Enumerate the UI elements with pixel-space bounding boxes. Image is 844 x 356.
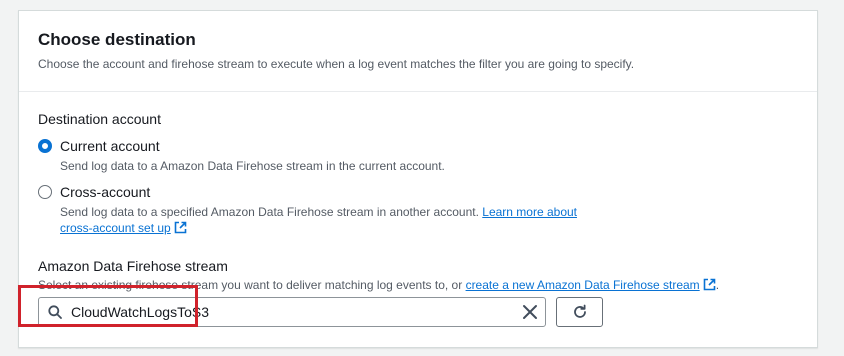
cross-account-description-text: Send log data to a specified Amazon Data… — [60, 205, 479, 219]
panel-header: Choose destination Choose the account an… — [19, 11, 817, 92]
firehose-stream-label: Amazon Data Firehose stream — [38, 258, 228, 274]
search-icon — [48, 305, 62, 319]
radio-cross-account-description: Send log data to a specified Amazon Data… — [60, 204, 577, 238]
external-link-icon[interactable] — [703, 278, 716, 294]
panel-title: Choose destination — [38, 30, 196, 49]
external-link-icon[interactable] — [174, 221, 187, 238]
radio-cross-account-label: Cross-account — [60, 184, 151, 200]
choose-destination-panel: Choose destination Choose the account an… — [18, 10, 818, 348]
radio-cross-account-input[interactable] — [38, 185, 52, 199]
refresh-button[interactable] — [556, 297, 603, 327]
radio-current-account-input[interactable] — [38, 139, 52, 153]
create-firehose-stream-link[interactable]: create a new Amazon Data Firehose stream — [466, 278, 700, 292]
firehose-description-prefix: Select an existing firehose stream you w… — [38, 278, 463, 292]
radio-current-account-description: Send log data to a Amazon Data Firehose … — [60, 159, 445, 173]
firehose-description-suffix: . — [715, 278, 720, 292]
close-icon[interactable] — [521, 303, 539, 321]
firehose-stream-value[interactable]: CloudWatchLogsToS3 — [71, 304, 209, 320]
destination-account-label: Destination account — [38, 111, 161, 127]
learn-more-link[interactable]: Learn more about — [482, 205, 577, 219]
radio-current-account-label: Current account — [60, 138, 160, 154]
refresh-icon — [574, 304, 586, 318]
firehose-stream-select[interactable]: CloudWatchLogsToS3 — [38, 297, 546, 327]
firehose-stream-description: Select an existing firehose stream you w… — [38, 278, 719, 294]
cross-account-setup-link[interactable]: cross-account set up — [60, 221, 171, 235]
panel-description: Choose the account and firehose stream t… — [38, 57, 635, 71]
